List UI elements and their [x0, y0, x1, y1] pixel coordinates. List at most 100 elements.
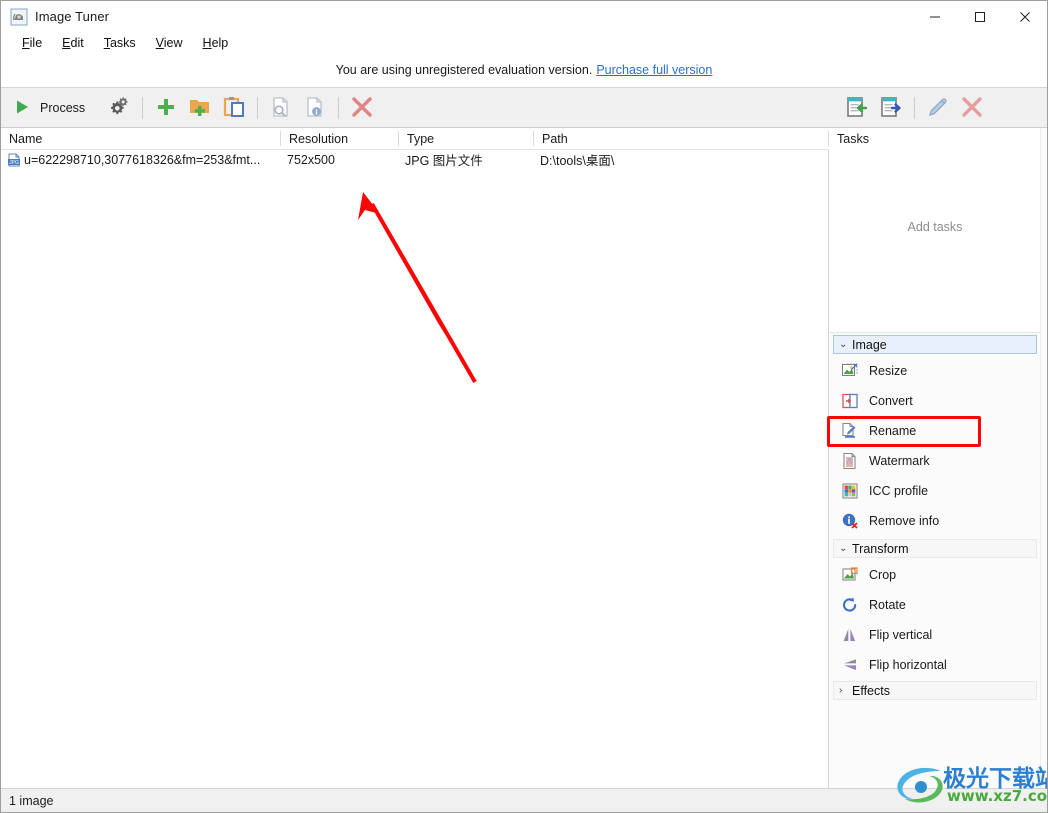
column-divider[interactable] [828, 131, 829, 146]
menu-tasks[interactable]: Tasks [95, 35, 145, 51]
menu-help[interactable]: Help [194, 35, 238, 51]
convert-icon [841, 392, 859, 410]
rename-icon [841, 422, 859, 440]
remove-file-button[interactable] [345, 91, 379, 125]
window-controls [912, 1, 1047, 32]
task-item-convert[interactable]: Convert [833, 386, 1037, 416]
task-label-remove-info: Remove info [869, 514, 940, 528]
crop-icon [841, 566, 859, 584]
task-label-resize: Resize [869, 364, 908, 378]
delete-task-button [955, 91, 989, 125]
task-label-crop: Crop [869, 568, 897, 582]
evaluation-text: You are using unregistered evaluation ve… [335, 63, 593, 77]
pencil-icon [926, 95, 950, 122]
task-label-convert: Convert [869, 394, 913, 408]
column-header-path[interactable]: Path [534, 128, 829, 149]
cell-name: JPG u=622298710,3077618326&fm=253&fmt... [7, 150, 283, 169]
icc-profile-icon [841, 482, 859, 500]
column-header-name[interactable]: Name [1, 128, 281, 149]
task-label-flip-horizontal: Flip horizontal [869, 658, 947, 672]
import-list-button[interactable] [840, 91, 874, 125]
folder-add-icon [188, 96, 212, 121]
purchase-full-version-link[interactable]: Purchase full version [596, 63, 712, 77]
close-button[interactable] [1002, 1, 1047, 32]
process-button[interactable]: Process [1, 91, 94, 125]
remove-info-icon [841, 512, 859, 530]
preview-button [264, 91, 298, 125]
group-label-effects: Effects [852, 683, 890, 698]
column-label-name: Name [9, 131, 43, 146]
toolbar-separator-2 [257, 97, 259, 119]
flip-horizontal-icon [841, 656, 859, 674]
process-label: Process [40, 101, 86, 115]
group-header-transform[interactable]: ⌄ Transform [833, 539, 1037, 558]
settings-button[interactable] [102, 91, 136, 125]
column-label-resolution: Resolution [289, 131, 349, 146]
file-list[interactable]: JPG u=622298710,3077618326&fm=253&fmt...… [1, 150, 829, 788]
task-label-watermark: Watermark [869, 454, 930, 468]
svg-text:JPG: JPG [9, 160, 19, 166]
task-item-flip-vertical[interactable]: Flip vertical [833, 620, 1037, 650]
toolbar-left-group: Process [1, 88, 379, 128]
group-header-image[interactable]: ⌄ Image [833, 335, 1037, 354]
add-folder-button[interactable] [183, 91, 217, 125]
status-bar: 1 image [1, 788, 1047, 812]
task-item-icc-profile[interactable]: ICC profile [833, 476, 1037, 506]
cell-resolution: 752x500 [287, 152, 335, 167]
cell-path: D:\tools\桌面\ [540, 154, 615, 168]
window-title: Image Tuner [35, 9, 110, 24]
task-item-rotate[interactable]: Flip vertical Rotate [833, 590, 1037, 620]
group-header-effects[interactable]: › Effects [833, 681, 1037, 700]
maximize-button[interactable] [957, 1, 1002, 32]
resize-icon [841, 362, 859, 380]
menu-bar: File Edit Tasks View Help [1, 32, 1047, 53]
task-label-flip-vertical: Flip vertical [869, 628, 933, 642]
minimize-button[interactable] [912, 1, 957, 32]
file-list-header: Name Resolution Type Path [1, 128, 829, 150]
column-header-resolution[interactable]: Resolution [281, 128, 399, 149]
panel-scrollbar[interactable] [1040, 128, 1047, 788]
tasks-empty-placeholder: Add tasks [907, 220, 963, 234]
column-label-path: Path [542, 131, 568, 146]
document-search-icon [269, 95, 293, 122]
evaluation-banner: You are using unregistered evaluation ve… [1, 53, 1047, 88]
list-export-icon [879, 95, 903, 122]
chevron-down-icon: ⌄ [839, 339, 848, 350]
tasks-side-panel: Tasks Add tasks ⌄ Image Resize Convert R… [830, 128, 1047, 788]
red-x-icon [960, 95, 984, 122]
file-name-text: u=622298710,3077618326&fm=253&fmt... [24, 152, 261, 167]
toolbar-separator-1 [142, 97, 144, 119]
rotate-icon [841, 596, 859, 614]
tasks-list-area[interactable]: Tasks Add tasks [830, 128, 1040, 333]
task-item-resize[interactable]: Resize [833, 356, 1037, 386]
paste-button[interactable] [217, 91, 251, 125]
export-list-button[interactable] [874, 91, 908, 125]
task-item-rename[interactable]: Rename [833, 416, 1037, 446]
status-text: 1 image [9, 793, 54, 808]
title-bar: Image Tuner [1, 1, 1047, 32]
toolbar-separator-3 [338, 97, 340, 119]
menu-view[interactable]: View [147, 35, 192, 51]
chevron-right-icon: › [839, 685, 843, 696]
play-icon [12, 97, 32, 120]
column-header-type[interactable]: Type [399, 128, 534, 149]
table-row[interactable]: JPG u=622298710,3077618326&fm=253&fmt...… [1, 150, 828, 169]
document-info-icon [303, 95, 327, 122]
clipboard-paste-icon [222, 96, 246, 121]
menu-file[interactable]: File [13, 35, 51, 51]
task-item-remove-info[interactable]: Remove info [833, 506, 1037, 536]
toolbar-right-group [840, 88, 989, 128]
gears-icon [107, 95, 131, 122]
group-label-image: Image [852, 337, 887, 352]
task-item-crop[interactable]: Crop [833, 560, 1037, 590]
task-item-watermark[interactable]: A Watermark [833, 446, 1037, 476]
add-files-button[interactable] [149, 91, 183, 125]
app-icon [10, 8, 28, 26]
svg-text:A: A [846, 456, 853, 466]
list-import-icon [845, 95, 869, 122]
jpg-file-icon: JPG [7, 153, 21, 167]
task-item-flip-horizontal[interactable]: Flip horizontal [833, 650, 1037, 680]
menu-edit[interactable]: Edit [53, 35, 93, 51]
red-x-icon [350, 95, 374, 122]
task-label-rename: Rename [869, 424, 917, 438]
